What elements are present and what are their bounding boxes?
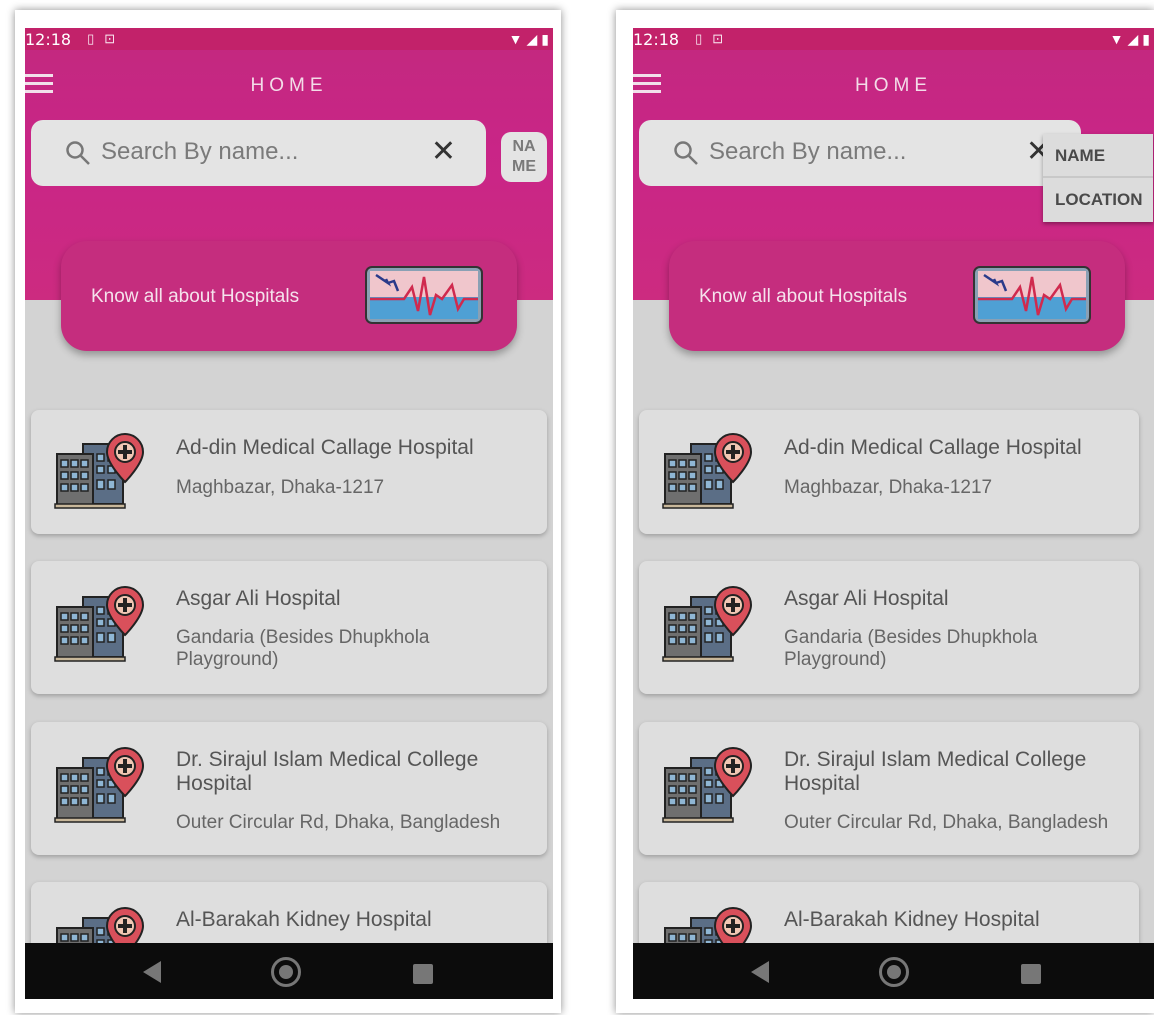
battery-icon: ▮ — [1142, 30, 1150, 47]
status-icons: ▼ ◢ ▮ — [1110, 28, 1150, 50]
no-sim-icon: ▯ — [695, 31, 703, 46]
hospital-card[interactable]: Asgar Ali Hospital Gandaria (Besides Dhu… — [639, 561, 1139, 694]
hospital-card[interactable]: Dr. Sirajul Islam Medical College Hospit… — [639, 722, 1139, 855]
hospital-card[interactable]: Ad-din Medical Callage Hospital Maghbaza… — [639, 410, 1139, 534]
hospital-address: Gandaria (Besides Dhupkhola Playground) — [176, 627, 430, 670]
hospital-building-icon — [53, 430, 145, 512]
heartbeat-monitor-icon — [972, 265, 1092, 325]
hospital-name: Asgar Ali Hospital — [784, 587, 949, 610]
signal-icon: ◢ — [1127, 30, 1139, 47]
system-nav-bar — [25, 943, 553, 999]
back-nav-icon[interactable] — [143, 961, 161, 983]
hospital-name: Al-Barakah Kidney Hospital — [784, 908, 1040, 931]
page-title: HOME — [250, 75, 328, 96]
no-sim-icon: ▯ — [87, 31, 95, 46]
filter-label-line2: ME — [512, 158, 536, 175]
hospital-address: Gandaria (Besides Dhupkhola Playground) — [784, 627, 1038, 670]
banner-text: Know all about Hospitals — [91, 286, 300, 307]
phone-screenshot-left: 12:18 ▯ ⊡ ▼ ◢ ▮ HOME Search By name... ✕… — [15, 10, 561, 1013]
hospital-building-icon — [661, 744, 753, 826]
hospital-building-icon — [661, 583, 753, 665]
hospital-card[interactable]: Asgar Ali Hospital Gandaria (Besides Dhu… — [31, 561, 547, 694]
recents-nav-icon[interactable] — [1021, 964, 1041, 984]
search-icon — [674, 141, 698, 165]
hospital-address: Maghbazar, Dhaka-1217 — [176, 477, 385, 498]
info-banner[interactable]: Know all about Hospitals — [669, 241, 1125, 351]
hospital-name: Al-Barakah Kidney Hospital — [176, 908, 432, 931]
hospital-building-icon — [53, 744, 145, 826]
hospital-name: Ad-din Medical Callage Hospital — [176, 436, 474, 459]
heartbeat-monitor-icon — [364, 265, 484, 325]
hospital-building-icon — [661, 430, 753, 512]
filter-button[interactable]: NA ME — [501, 132, 547, 182]
recents-nav-icon[interactable] — [413, 964, 433, 984]
lock-icon: ⊡ — [104, 31, 116, 46]
filter-option-location[interactable]: LOCATION — [1043, 178, 1153, 222]
hospital-name: Ad-din Medical Callage Hospital — [784, 436, 1082, 459]
system-nav-bar — [633, 943, 1154, 999]
app-screen: 12:18 ▯ ⊡ ▼ ◢ ▮ HOME Search By name... ✕… — [633, 28, 1154, 999]
hospital-name: Dr. Sirajul Islam Medical College Hospit… — [784, 748, 1087, 795]
home-nav-icon[interactable] — [879, 957, 909, 987]
hospital-card[interactable]: Ad-din Medical Callage Hospital Maghbaza… — [31, 410, 547, 534]
wifi-icon: ▼ — [508, 31, 523, 47]
hospital-name: Dr. Sirajul Islam Medical College Hospit… — [176, 748, 479, 795]
filter-dropdown-menu: NAME LOCATION — [1043, 134, 1153, 222]
search-placeholder: Search By name... — [101, 138, 299, 165]
app-screen: 12:18 ▯ ⊡ ▼ ◢ ▮ HOME Search By name... ✕… — [25, 28, 553, 999]
page-title: HOME — [855, 75, 932, 96]
search-input[interactable]: Search By name... ✕ — [31, 120, 486, 186]
filter-label-line1: NA — [512, 138, 536, 155]
phone-screenshot-right: 12:18 ▯ ⊡ ▼ ◢ ▮ HOME Search By name... ✕… — [616, 10, 1154, 1013]
status-bar: 12:18 ▯ ⊡ ▼ ◢ ▮ — [25, 28, 553, 50]
search-input[interactable]: Search By name... ✕ — [639, 120, 1081, 186]
search-icon — [66, 141, 90, 165]
close-icon[interactable]: ✕ — [431, 134, 456, 169]
back-nav-icon[interactable] — [751, 961, 769, 983]
hospital-card[interactable]: Dr. Sirajul Islam Medical College Hospit… — [31, 722, 547, 855]
banner-text: Know all about Hospitals — [699, 286, 908, 307]
status-bar: 12:18 ▯ ⊡ ▼ ◢ ▮ — [633, 28, 1154, 50]
wifi-icon: ▼ — [1109, 31, 1124, 47]
battery-icon: ▮ — [541, 30, 549, 47]
home-nav-icon[interactable] — [271, 957, 301, 987]
search-placeholder: Search By name... — [709, 138, 907, 165]
hospital-name: Asgar Ali Hospital — [176, 587, 341, 610]
hospital-address: Outer Circular Rd, Dhaka, Bangladesh — [784, 812, 1109, 833]
status-icons: ▼ ◢ ▮ — [509, 28, 549, 50]
filter-option-name[interactable]: NAME — [1043, 134, 1153, 178]
signal-icon: ◢ — [526, 30, 538, 47]
status-time: 12:18 — [25, 29, 72, 49]
hospital-address: Maghbazar, Dhaka-1217 — [784, 477, 993, 498]
info-banner[interactable]: Know all about Hospitals — [61, 241, 517, 351]
hospital-building-icon — [53, 583, 145, 665]
hospital-address: Outer Circular Rd, Dhaka, Bangladesh — [176, 812, 501, 833]
lock-icon: ⊡ — [712, 31, 724, 46]
status-time: 12:18 — [633, 29, 680, 49]
